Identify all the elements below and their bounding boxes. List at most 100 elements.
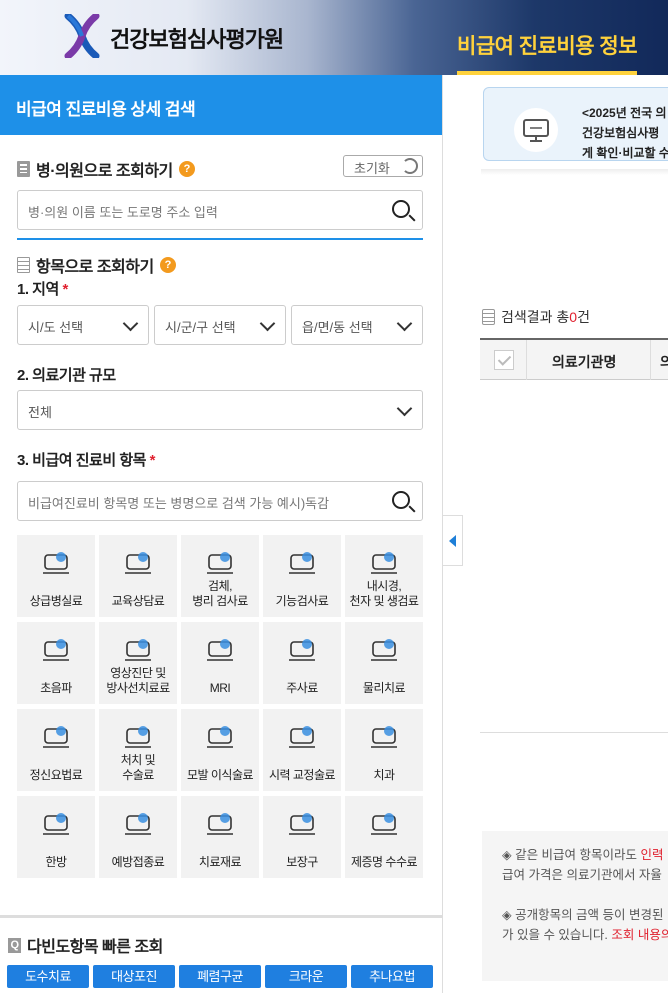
category-tile[interactable]: 상급병실료	[17, 535, 95, 617]
monitor-icon	[514, 108, 558, 152]
category-tile[interactable]: 정신요법료	[17, 709, 95, 791]
sigungu-select[interactable]: 시/군/구 선택	[154, 305, 286, 345]
notice-text: <2025년 전국 의 건강보험심사평 게 확인·비교할 수	[582, 106, 668, 160]
category-tile[interactable]: 교육상담료	[99, 535, 177, 617]
mri-icon	[207, 639, 233, 661]
category-label: 교육상담료	[111, 594, 165, 608]
frequent-buttons: 도수치료 대상포진 폐렴구균 크라운 추나요법	[7, 965, 433, 988]
category-tile[interactable]: 검체, 병리 검사료	[181, 535, 259, 617]
divider	[650, 340, 651, 380]
org-name[interactable]: 건강보험심사평가원	[110, 22, 284, 54]
refresh-icon	[402, 158, 418, 174]
category-tile[interactable]: 초음파	[17, 622, 95, 704]
chevron-down-icon	[396, 400, 413, 417]
category-label: 모발 이식술료	[186, 768, 254, 782]
category-tile[interactable]: MRI	[181, 622, 259, 704]
help-icon[interactable]: ?	[159, 257, 176, 273]
column-header[interactable]: 의료기관명	[552, 352, 616, 372]
results-table-header: 의료기관명 의	[480, 338, 668, 380]
category-tile[interactable]: 한방	[17, 796, 95, 878]
item-search-label: 항목으로 조회하기	[36, 259, 154, 276]
category-tile[interactable]: 치과	[345, 709, 423, 791]
panel-title: 비급여 진료비용 상세 검색	[0, 75, 442, 135]
eupmyeondong-select[interactable]: 읍/면/동 선택	[291, 305, 423, 345]
endoscope-icon	[371, 552, 397, 574]
column-header[interactable]: 의	[660, 352, 668, 372]
tooth-icon	[371, 726, 397, 748]
category-label: 검체, 병리 검사료	[192, 579, 248, 608]
category-label: 영상진단 및 방사선치료료	[106, 666, 170, 695]
frequent-button[interactable]: 도수치료	[7, 965, 89, 988]
section-divider	[17, 238, 423, 240]
acupuncture-icon	[43, 813, 69, 835]
category-tile[interactable]: 기능검사료	[263, 535, 341, 617]
function-test-icon	[289, 552, 315, 574]
category-tile[interactable]: 주사료	[263, 622, 341, 704]
frequent-button[interactable]: 크라운	[265, 965, 347, 988]
category-label: 물리치료	[362, 681, 406, 695]
required-mark: *	[149, 452, 156, 469]
search-icon[interactable]	[392, 200, 410, 218]
search-icon[interactable]	[392, 491, 410, 509]
hospital-search-placeholder: 병·의원 이름 또는 도로명 주소 입력	[28, 205, 218, 220]
info-box: ◈ 같은 비급여 항목이라도 인력 급여 가격은 의료기관에서 자율 ◈ 공개항…	[482, 831, 668, 981]
category-tile[interactable]: 예방접종료	[99, 796, 177, 878]
notice-banner[interactable]: <2025년 전국 의 건강보험심사평 게 확인·비교할 수	[483, 87, 668, 161]
item-search-placeholder: 비급여진료비 항목명 또는 병명으로 검색 가능 예시)독감	[28, 496, 330, 511]
info-line: ◈ 같은 비급여 항목이라도 인력	[502, 848, 664, 862]
category-label: 주사료	[286, 681, 318, 695]
category-tile[interactable]: 물리치료	[345, 622, 423, 704]
category-label: MRI	[209, 681, 231, 695]
search-panel: 비급여 진료비용 상세 검색 병·의원으로 조회하기 ? 초기화 병·의원 이름…	[0, 75, 443, 993]
vaccine-icon	[125, 813, 151, 835]
sido-select[interactable]: 시/도 선택	[17, 305, 149, 345]
frequent-button[interactable]: 폐렴구균	[179, 965, 261, 988]
info-line: 급여 가격은 의료기관에서 자율	[502, 868, 662, 882]
item-search-input[interactable]: 비급여진료비 항목명 또는 병명으로 검색 가능 예시)독감	[17, 481, 423, 521]
category-label: 시력 교정술료	[268, 768, 336, 782]
q-icon: Q	[8, 937, 21, 953]
category-tile[interactable]: 시력 교정술료	[263, 709, 341, 791]
scale-select[interactable]: 전체	[17, 390, 423, 430]
ultrasound-icon	[43, 639, 69, 661]
category-grid: 상급병실료 교육상담료 검체, 병리 검사료기능검사료 내시경, 천자 및 생검료초음파 영…	[17, 535, 423, 878]
chevron-down-icon	[122, 315, 139, 332]
category-label: 제증명 수수료	[350, 855, 418, 869]
category-tile[interactable]: 보장구	[263, 796, 341, 878]
counseling-desk-icon	[125, 552, 151, 574]
eye-laser-icon	[289, 726, 315, 748]
select-all-checkbox[interactable]	[494, 350, 514, 370]
reset-button[interactable]: 초기화	[343, 155, 423, 177]
category-label: 치과	[373, 768, 395, 782]
frequent-button[interactable]: 대상포진	[93, 965, 175, 988]
category-label: 처치 및 수술료	[120, 753, 156, 782]
brain-wave-icon	[43, 726, 69, 748]
info-line: 가 있을 수 있습니다. 조회 내용의	[502, 928, 668, 942]
category-label: 초음파	[40, 681, 72, 695]
frequent-button[interactable]: 추나요법	[351, 965, 433, 988]
category-tile[interactable]: 제증명 수수료	[345, 796, 423, 878]
results-count: 검색결과 총0건	[482, 307, 590, 327]
hospital-search-input[interactable]: 병·의원 이름 또는 도로명 주소 입력	[17, 190, 423, 230]
surgery-icon	[125, 726, 151, 748]
frequent-items-section: Q 다빈도항목 빠른 조회 도수치료 대상포진 폐렴구균 크라운 추나요법	[0, 915, 443, 993]
category-label: 정신요법료	[29, 768, 83, 782]
category-label: 기능검사료	[275, 594, 329, 608]
category-tile[interactable]: 영상진단 및 방사선치료료	[99, 622, 177, 704]
category-tile[interactable]: 모발 이식술료	[181, 709, 259, 791]
page-title: 비급여 진료비용 정보	[457, 35, 638, 58]
category-label: 상급병실료	[29, 594, 83, 608]
certificate-icon	[371, 813, 397, 835]
panel-collapse-toggle[interactable]	[443, 515, 463, 566]
info-line: ◈ 공개항목의 금액 등이 변경된	[502, 908, 664, 922]
help-icon[interactable]: ?	[178, 161, 195, 177]
category-tile[interactable]: 치료재료	[181, 796, 259, 878]
specimen-test-icon	[207, 552, 233, 574]
region-label: 1. 지역 *	[17, 281, 68, 298]
category-tile[interactable]: 내시경, 천자 및 생검료	[345, 535, 423, 617]
category-label: 보장구	[286, 855, 318, 869]
hira-logo-icon[interactable]	[64, 14, 100, 58]
chevron-down-icon	[396, 315, 413, 332]
category-tile[interactable]: 처치 및 수술료	[99, 709, 177, 791]
